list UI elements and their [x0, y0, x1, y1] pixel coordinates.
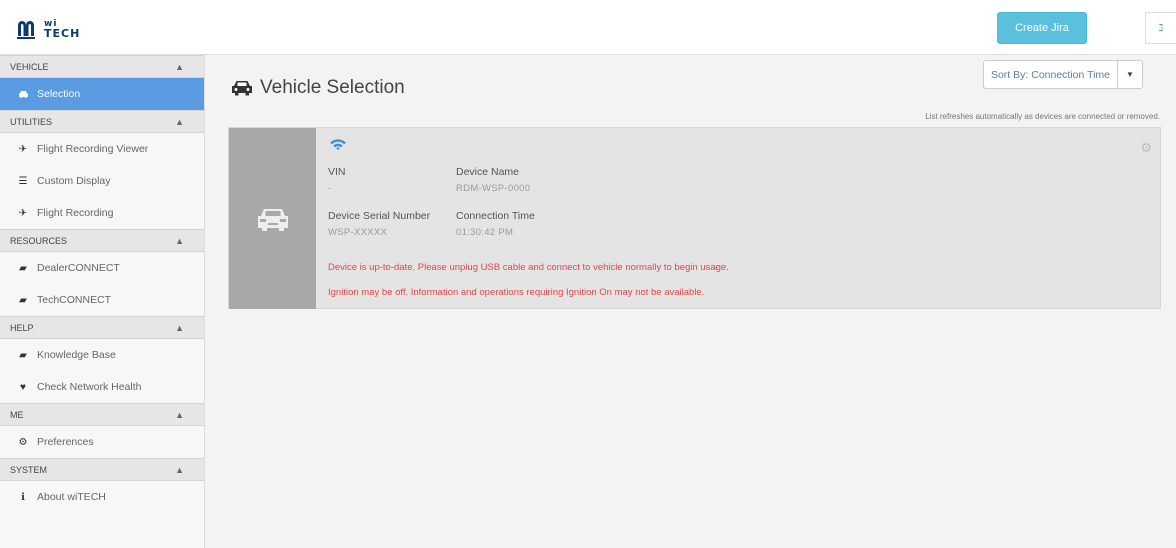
sidebar-item-dealerconnect[interactable]: ▰ DealerCONNECT [0, 252, 204, 284]
connection-time-value: 01:30:42 PM [456, 227, 514, 238]
rss-icon: ℷ [1158, 22, 1164, 34]
mopar-logo-icon [17, 21, 35, 39]
sidebar-item-custom-display[interactable]: ☰ Custom Display [0, 165, 204, 197]
device-name-value: RDM-WSP-0000 [456, 183, 531, 194]
page-title: Vehicle Selection [230, 77, 405, 99]
rss-button[interactable]: ℷ [1145, 12, 1176, 44]
sidebar-item-label: Flight Recording Viewer [37, 143, 149, 155]
section-title: VEHICLE [10, 61, 49, 72]
device-car-thumbnail [229, 128, 316, 309]
sidebar-item-label: Selection [37, 88, 81, 100]
section-title: SYSTEM [10, 464, 48, 475]
create-jira-button[interactable]: Create Jira [997, 12, 1087, 44]
sort-label[interactable]: Sort By: Connection Time [984, 61, 1118, 88]
section-title: RESOURCES [10, 235, 68, 246]
gear-icon[interactable]: ⚙ [1140, 140, 1152, 156]
info-icon: ℹ [21, 491, 25, 503]
section-title: HELP [10, 322, 34, 333]
main-content: Vehicle Selection Sort By: Connection Ti… [206, 55, 1176, 548]
sidebar-item-check-network-health[interactable]: ♥ Check Network Health [0, 371, 204, 403]
sidebar-item-label: Knowledge Base [37, 349, 116, 361]
chevron-up-icon: ▲ [175, 116, 184, 127]
heartbeat-icon: ♥ [20, 381, 26, 393]
vin-value: - [328, 183, 332, 194]
witech-logo: wi TECH [16, 18, 80, 40]
chevron-up-icon: ▲ [175, 322, 184, 333]
sidebar-section-system[interactable]: SYSTEM ▲ [0, 458, 204, 481]
sidebar-item-knowledge-base[interactable]: ▰ Knowledge Base [0, 339, 204, 371]
sidebar-item-about-witech[interactable]: ℹ About wiTECH [0, 481, 204, 513]
plane-icon: ✈ [18, 207, 28, 219]
chevron-up-icon: ▲ [175, 235, 184, 246]
sidebar-item-label: DealerCONNECT [37, 262, 120, 274]
plane-icon: ✈ [18, 143, 28, 155]
sidebar-item-flight-recording[interactable]: ✈ Flight Recording [0, 197, 204, 229]
sidebar-item-label: About wiTECH [37, 491, 106, 503]
sidebar-item-label: Flight Recording [37, 207, 114, 219]
car-icon [232, 81, 252, 96]
ignition-warning-message: Ignition may be off. Information and ope… [328, 287, 705, 298]
sidebar: VEHICLE ▲ Selection UTILITIES ▲ ✈ Flight… [0, 55, 205, 548]
wifi-icon [330, 139, 346, 150]
sidebar-section-me[interactable]: ME ▲ [0, 403, 204, 426]
book-icon: ▰ [19, 262, 27, 274]
chevron-up-icon: ▲ [175, 464, 184, 475]
logo-tech-text: TECH [44, 27, 81, 40]
sidebar-item-selection[interactable]: Selection [0, 78, 204, 110]
sidebar-section-resources[interactable]: RESOURCES ▲ [0, 229, 204, 252]
chevron-down-icon[interactable]: ▼ [1118, 61, 1142, 88]
device-card[interactable]: ⚙ VIN - Device Name RDM-WSP-0000 Device … [228, 127, 1161, 309]
refresh-note: List refreshes automatically as devices … [925, 112, 1160, 121]
serial-label: Device Serial Number [328, 210, 431, 222]
car-icon [17, 90, 29, 99]
section-title: ME [10, 409, 24, 420]
sidebar-item-preferences[interactable]: ⚙ Preferences [0, 426, 204, 458]
sidebar-item-label: Preferences [37, 436, 94, 448]
sidebar-item-techconnect[interactable]: ▰ TechCONNECT [0, 284, 204, 316]
sidebar-section-help[interactable]: HELP ▲ [0, 316, 204, 339]
sidebar-item-label: Check Network Health [37, 381, 142, 393]
list-icon: ☰ [18, 175, 28, 187]
sidebar-section-utilities[interactable]: UTILITIES ▲ [0, 110, 204, 133]
car-front-icon [257, 208, 288, 231]
preferences-icon: ⚙ [18, 436, 28, 448]
book-icon: ▰ [19, 294, 27, 306]
vin-label: VIN [328, 166, 346, 178]
device-status-message: Device is up-to-date. Please unplug USB … [328, 262, 729, 273]
section-title: UTILITIES [10, 116, 53, 127]
sidebar-section-vehicle[interactable]: VEHICLE ▲ [0, 55, 204, 78]
book-icon: ▰ [19, 349, 27, 361]
sidebar-item-flight-recording-viewer[interactable]: ✈ Flight Recording Viewer [0, 133, 204, 165]
page-title-text: Vehicle Selection [260, 77, 405, 98]
chevron-up-icon: ▲ [175, 61, 184, 72]
serial-value: WSP-XXXXX [328, 227, 388, 238]
sidebar-item-label: TechCONNECT [37, 294, 112, 306]
top-bar: wi TECH Create Jira ℷ [0, 0, 1176, 55]
device-name-label: Device Name [456, 166, 520, 178]
chevron-up-icon: ▲ [175, 409, 184, 420]
sort-dropdown[interactable]: Sort By: Connection Time ▼ [983, 60, 1143, 89]
sidebar-item-label: Custom Display [37, 175, 111, 187]
connection-time-label: Connection Time [456, 210, 535, 222]
